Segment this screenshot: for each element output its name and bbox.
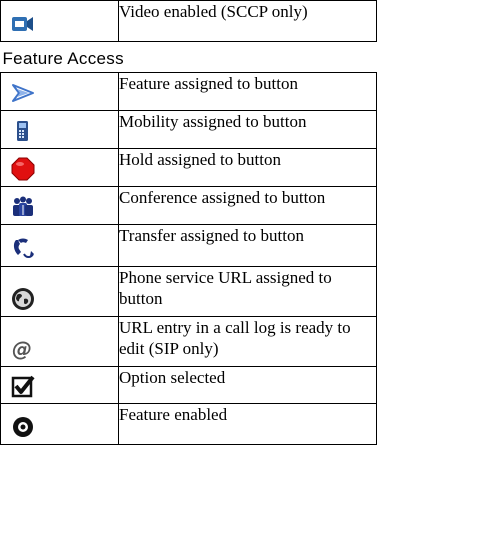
icon-cell: @ [0, 316, 119, 367]
icon-cell [0, 186, 119, 225]
table-row-video: Video enabled (SCCP only) [0, 0, 377, 42]
icon-cell [0, 0, 119, 42]
table-row: Conference assigned to button [0, 186, 377, 225]
row-description: Feature enabled [118, 403, 377, 445]
hold-icon [11, 157, 35, 181]
row-description: Option selected [118, 366, 377, 404]
table-row: Phone service URL assigned to button [0, 266, 377, 317]
video-camera-icon [11, 12, 35, 36]
row-description: Conference assigned to button [118, 186, 377, 225]
at-sign-icon: @ [11, 337, 35, 361]
checkbox-checked-icon [11, 374, 35, 398]
icon-cell [0, 266, 119, 317]
table-row: Transfer assigned to button [0, 224, 377, 267]
row-description: Transfer assigned to button [118, 224, 377, 267]
table-row: Feature assigned to button [0, 72, 377, 111]
icon-reference-table: Video enabled (SCCP only) Feature Access… [0, 0, 377, 445]
row-description: Hold assigned to button [118, 148, 377, 187]
table-row: @ URL entry in a call log is ready to ed… [0, 316, 377, 367]
conference-icon [11, 195, 35, 219]
table-row: Option selected [0, 366, 377, 404]
feature-enabled-icon [11, 415, 35, 439]
table-row: Mobility assigned to button [0, 110, 377, 149]
row-description: Video enabled (SCCP only) [118, 0, 377, 42]
icon-cell [0, 224, 119, 267]
row-description: Mobility assigned to button [118, 110, 377, 149]
icon-cell [0, 366, 119, 404]
table-row: Hold assigned to button [0, 148, 377, 187]
table-row: Feature enabled [0, 403, 377, 445]
icon-cell [0, 110, 119, 149]
row-description: Phone service URL assigned to button [118, 266, 377, 317]
icon-cell [0, 403, 119, 445]
globe-icon [11, 287, 35, 311]
row-description: Feature assigned to button [118, 72, 377, 111]
feature-arrow-icon [11, 81, 35, 105]
icon-cell [0, 148, 119, 187]
section-header-row: Feature Access [0, 41, 377, 73]
transfer-icon [11, 237, 35, 261]
icon-cell [0, 72, 119, 111]
row-description: URL entry in a call log is ready to edit… [118, 316, 377, 367]
section-title: Feature Access [0, 41, 377, 73]
mobility-phone-icon [11, 119, 35, 143]
svg-text:@: @ [12, 337, 32, 361]
